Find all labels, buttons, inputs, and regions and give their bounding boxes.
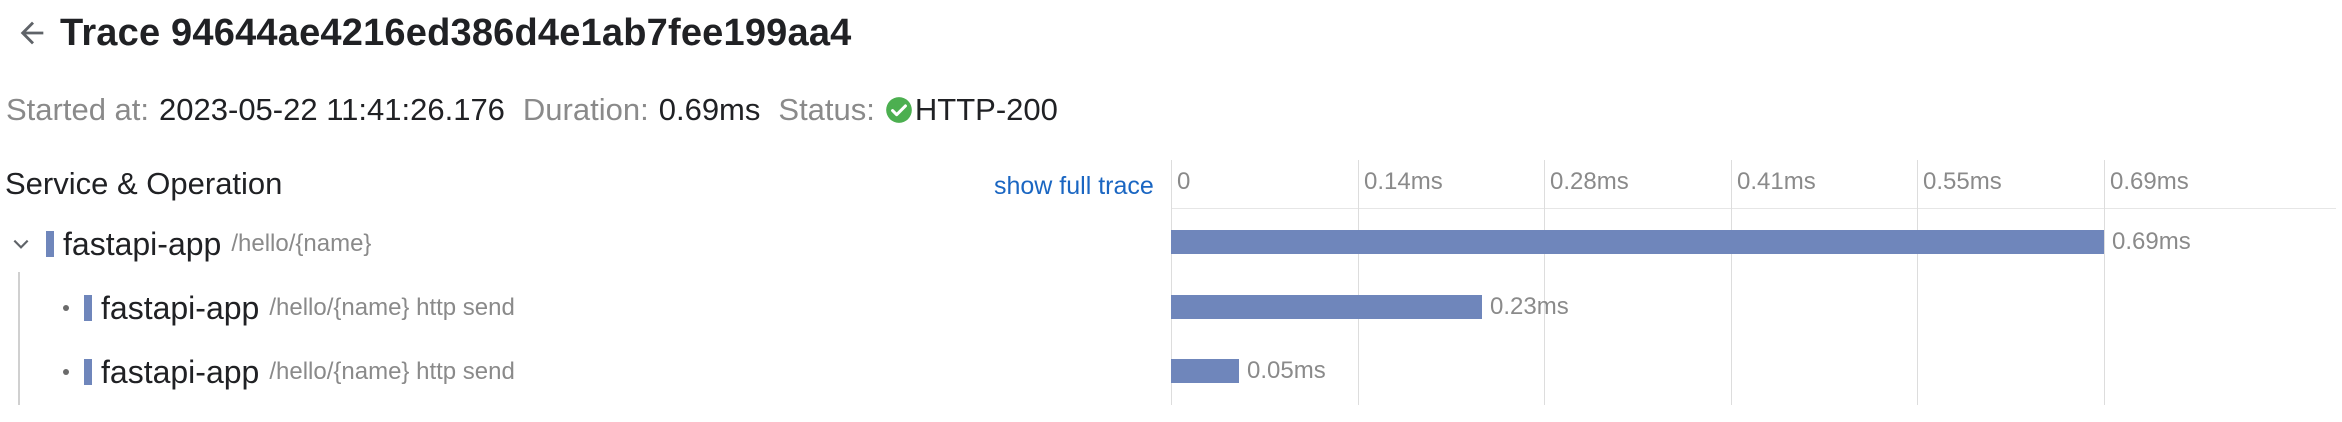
tree-bullet (63, 369, 69, 375)
grid-line (1358, 160, 1359, 405)
span-operation-name: /hello/{name} http send (269, 294, 515, 321)
span-duration-bar[interactable] (1171, 295, 1482, 319)
axis-tick-label: 0.14ms (1364, 168, 1443, 195)
page-title: Trace 94644ae4216ed386d4e1ab7fee199aa4 (60, 11, 852, 54)
span-duration-bar[interactable] (1171, 230, 2104, 254)
started-value: 2023-05-22 11:41:26.176 (159, 92, 505, 127)
service-color-marker (46, 231, 54, 257)
status-value: HTTP-200 (914, 92, 1058, 127)
trace-timeline: 0 0.14ms 0.28ms 0.41ms 0.55ms 0.69ms 0.69ms 0.2… (1171, 160, 2342, 405)
span-duration-bar[interactable] (1171, 359, 1239, 383)
span-duration-label: 0.05ms (1247, 357, 1326, 384)
show-full-trace-link[interactable]: show full trace (994, 172, 1154, 201)
span-operation-name: /hello/{name} (231, 230, 372, 257)
check-circle-icon (885, 96, 913, 124)
grid-line (1731, 160, 1732, 405)
status-label: Status: (778, 92, 875, 127)
expand-toggle[interactable] (10, 233, 32, 255)
axis-baseline (1171, 208, 2336, 209)
tree-connector-line (18, 272, 20, 405)
chevron-down-icon (13, 239, 29, 249)
service-operation-header: Service & Operation (5, 166, 283, 201)
axis-tick-label: 0.41ms (1737, 168, 1816, 195)
service-color-marker (84, 295, 92, 321)
span-duration-label: 0.23ms (1490, 293, 1569, 320)
span-row[interactable]: fastapi-app /hello/{name} http send (63, 350, 515, 394)
back-button[interactable] (10, 11, 54, 55)
duration-value: 0.69ms (658, 92, 761, 127)
grid-line (1917, 160, 1918, 405)
tree-bullet (63, 305, 69, 311)
axis-tick-label: 0.28ms (1550, 168, 1629, 195)
span-row[interactable]: fastapi-app /hello/{name} (10, 222, 371, 266)
started-label: Started at: (6, 92, 150, 127)
span-operation-name: /hello/{name} http send (269, 358, 515, 385)
grid-line (2104, 160, 2105, 405)
grid-line (1544, 160, 1545, 405)
axis-tick-label: 0 (1177, 168, 1191, 195)
span-duration-label: 0.69ms (2112, 228, 2191, 255)
duration-label: Duration: (522, 92, 649, 127)
page-header: Trace 94644ae4216ed386d4e1ab7fee199aa4 (10, 8, 852, 58)
span-service-name: fastapi-app (63, 225, 222, 262)
trace-meta: Started at: 2023-05-22 11:41:26.176 Dura… (6, 92, 1076, 128)
axis-tick-label: 0.55ms (1923, 168, 2002, 195)
axis-tick-label: 0.69ms (2110, 168, 2189, 195)
arrow-left-icon (20, 21, 44, 45)
span-service-name: fastapi-app (101, 289, 260, 326)
service-color-marker (84, 359, 92, 385)
span-service-name: fastapi-app (101, 353, 260, 390)
span-row[interactable]: fastapi-app /hello/{name} http send (63, 286, 515, 330)
